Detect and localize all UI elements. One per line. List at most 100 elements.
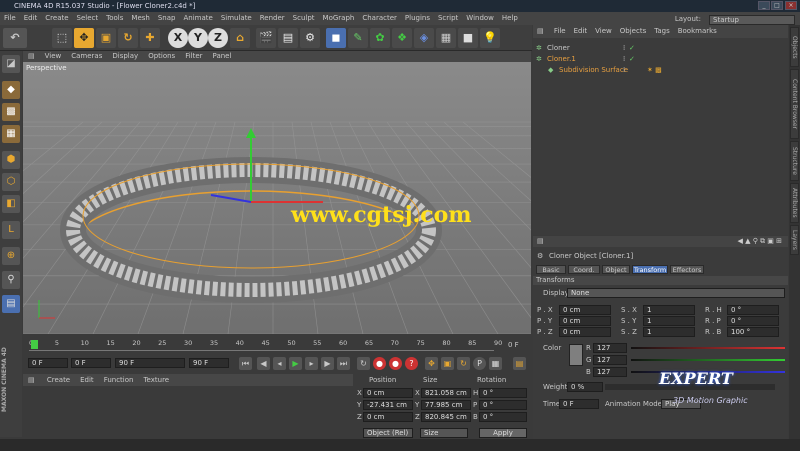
object-row[interactable]: ◆ Subdivision Surface ⁞ ✶ ▩ bbox=[533, 65, 788, 76]
side-tab-structure[interactable]: Structure bbox=[790, 141, 799, 181]
object-menu-tags[interactable]: Tags bbox=[650, 25, 674, 38]
coordinate-system-icon[interactable]: ⌂ bbox=[230, 28, 250, 48]
menu-create[interactable]: Create bbox=[41, 12, 72, 25]
axis-mode-icon[interactable]: L bbox=[2, 221, 20, 239]
key-parameter-icon[interactable]: P bbox=[473, 357, 486, 370]
playhead[interactable] bbox=[31, 340, 38, 349]
menu-character[interactable]: Character bbox=[358, 12, 401, 25]
perspective-viewport[interactable]: Perspective ✥ ↻ ⛶ ▢ www.cgtsj.com bbox=[23, 62, 531, 334]
keyframe-selection-icon[interactable]: ? bbox=[405, 357, 418, 370]
coord-position-field[interactable]: -27.431 cm bbox=[363, 400, 413, 410]
layout-select[interactable]: Startup bbox=[709, 14, 795, 25]
live-selection-icon[interactable]: ✚ bbox=[140, 28, 160, 48]
go-to-start-icon[interactable]: ⏮ bbox=[239, 357, 252, 370]
render-view-icon[interactable]: 🎬 bbox=[256, 28, 276, 48]
color-swatch[interactable] bbox=[569, 344, 583, 366]
menu-animate[interactable]: Animate bbox=[179, 12, 216, 25]
end-frame-field[interactable]: 90 F bbox=[115, 358, 185, 368]
param-field[interactable]: 1 bbox=[643, 316, 695, 326]
material-menu-function[interactable]: Function bbox=[99, 374, 139, 386]
weight-field[interactable]: 0 % bbox=[567, 382, 603, 392]
rgb-channel-field[interactable]: 127 bbox=[593, 355, 627, 365]
texture-mode-icon[interactable]: ▩ bbox=[2, 103, 20, 121]
coord-size-field[interactable]: 820.845 cm bbox=[421, 412, 471, 422]
start-frame-field[interactable]: 0 F bbox=[71, 358, 111, 368]
tag-icon[interactable]: ✶ ▩ bbox=[647, 65, 662, 76]
menu-script[interactable]: Script bbox=[434, 12, 462, 25]
visibility-dots-icon[interactable]: ⁞ bbox=[623, 65, 625, 76]
loop-icon[interactable]: ↻ bbox=[357, 357, 370, 370]
light-icon[interactable]: 💡 bbox=[480, 28, 500, 48]
cube-primitive-icon[interactable]: ◼ bbox=[326, 28, 346, 48]
attr-nav-icons[interactable]: ◀ ▲ ⚲ ⧉ ▣ ⊞ bbox=[738, 236, 783, 247]
attr-menu-icon[interactable]: ▤ bbox=[533, 237, 548, 245]
object-menu-file[interactable]: File bbox=[550, 25, 570, 38]
viewport-menu-filter[interactable]: Filter bbox=[180, 51, 207, 62]
object-menu-bookmarks[interactable]: Bookmarks bbox=[674, 25, 721, 38]
tab-coord[interactable]: Coord. bbox=[568, 265, 600, 274]
menu-snap[interactable]: Snap bbox=[154, 12, 180, 25]
coord-position-field[interactable]: 0 cm bbox=[363, 412, 413, 422]
minimize-button[interactable]: _ bbox=[758, 1, 770, 10]
viewport-menu-options[interactable]: Options bbox=[143, 51, 180, 62]
nurbs-icon[interactable]: ✿ bbox=[370, 28, 390, 48]
menu-mograph[interactable]: MoGraph bbox=[319, 12, 359, 25]
viewport-menu-panel[interactable]: Panel bbox=[208, 51, 237, 62]
material-menu-texture[interactable]: Texture bbox=[138, 374, 174, 386]
param-field[interactable]: 1 bbox=[643, 327, 695, 337]
object-menu-objects[interactable]: Objects bbox=[616, 25, 650, 38]
previous-frame-icon[interactable]: ◂ bbox=[273, 357, 286, 370]
tab-transform[interactable]: Transform bbox=[632, 265, 668, 274]
object-name[interactable]: Cloner bbox=[547, 43, 570, 54]
make-editable-icon[interactable]: ◪ bbox=[2, 55, 20, 73]
object-row[interactable]: ✲ Cloner.1 ⁞ ✓ bbox=[533, 54, 788, 65]
tab-basic[interactable]: Basic bbox=[536, 265, 566, 274]
edges-mode-icon[interactable]: ⬡ bbox=[2, 173, 20, 191]
time-field[interactable]: 0 F bbox=[559, 399, 599, 409]
workplane-mode-icon[interactable]: ▦ bbox=[2, 125, 20, 143]
object-name[interactable]: Subdivision Surface bbox=[559, 65, 628, 76]
viewport-menu-display[interactable]: Display bbox=[107, 51, 143, 62]
z-axis-lock-button[interactable]: Z bbox=[208, 28, 228, 48]
move-tool-icon[interactable]: ✥ bbox=[74, 28, 94, 48]
model-mode-icon[interactable]: ◆ bbox=[2, 81, 20, 99]
menu-select[interactable]: Select bbox=[73, 12, 103, 25]
visibility-dots-icon[interactable]: ⁞ bbox=[623, 43, 625, 54]
coord-size-field[interactable]: 77.985 cm bbox=[421, 400, 471, 410]
param-field[interactable]: 1 bbox=[643, 305, 695, 315]
size-mode-select[interactable]: Size bbox=[420, 428, 468, 438]
key-position-icon[interactable]: ✥ bbox=[425, 357, 438, 370]
viewport-menu-view[interactable]: View bbox=[40, 51, 67, 62]
next-frame-icon[interactable]: ▸ bbox=[305, 357, 318, 370]
param-field[interactable]: 0 cm bbox=[559, 305, 611, 315]
spline-pen-icon[interactable]: ✎ bbox=[348, 28, 368, 48]
tweak-mode-icon[interactable]: ⊕ bbox=[2, 247, 20, 265]
record-key-icon[interactable]: ● bbox=[373, 357, 386, 370]
y-axis-lock-button[interactable]: Y bbox=[188, 28, 208, 48]
menu-sculpt[interactable]: Sculpt bbox=[289, 12, 319, 25]
param-field[interactable]: 0 ° bbox=[727, 316, 779, 326]
coord-rotation-field[interactable]: 0 ° bbox=[479, 400, 527, 410]
menu-mesh[interactable]: Mesh bbox=[127, 12, 153, 25]
deformer-icon[interactable]: ◈ bbox=[414, 28, 434, 48]
visibility-dots-icon[interactable]: ⁞ bbox=[623, 54, 625, 65]
apply-button[interactable]: Apply bbox=[479, 428, 527, 438]
coord-size-field[interactable]: 821.058 cm bbox=[421, 388, 471, 398]
rgb-channel-field[interactable]: 127 bbox=[593, 343, 627, 353]
camera-icon[interactable]: ■ bbox=[458, 28, 478, 48]
rotate-tool-icon[interactable]: ↻ bbox=[118, 28, 138, 48]
param-field[interactable]: 0 cm bbox=[559, 327, 611, 337]
menu-plugins[interactable]: Plugins bbox=[401, 12, 434, 25]
object-menu-view[interactable]: View bbox=[591, 25, 616, 38]
tab-effectors[interactable]: Effectors bbox=[670, 265, 704, 274]
x-axis-lock-button[interactable]: X bbox=[168, 28, 188, 48]
param-field[interactable]: 100 ° bbox=[727, 327, 779, 337]
viewport-menu-cameras[interactable]: Cameras bbox=[66, 51, 107, 62]
menu-window[interactable]: Window bbox=[462, 12, 498, 25]
menu-help[interactable]: Help bbox=[498, 12, 522, 25]
next-key-icon[interactable]: ▶ bbox=[321, 357, 334, 370]
play-icon[interactable]: ▶ bbox=[289, 357, 302, 370]
max-frame-field[interactable]: 90 F bbox=[189, 358, 229, 368]
material-menu-icon[interactable]: ▤ bbox=[23, 374, 40, 386]
tab-object[interactable]: Object bbox=[602, 265, 630, 274]
